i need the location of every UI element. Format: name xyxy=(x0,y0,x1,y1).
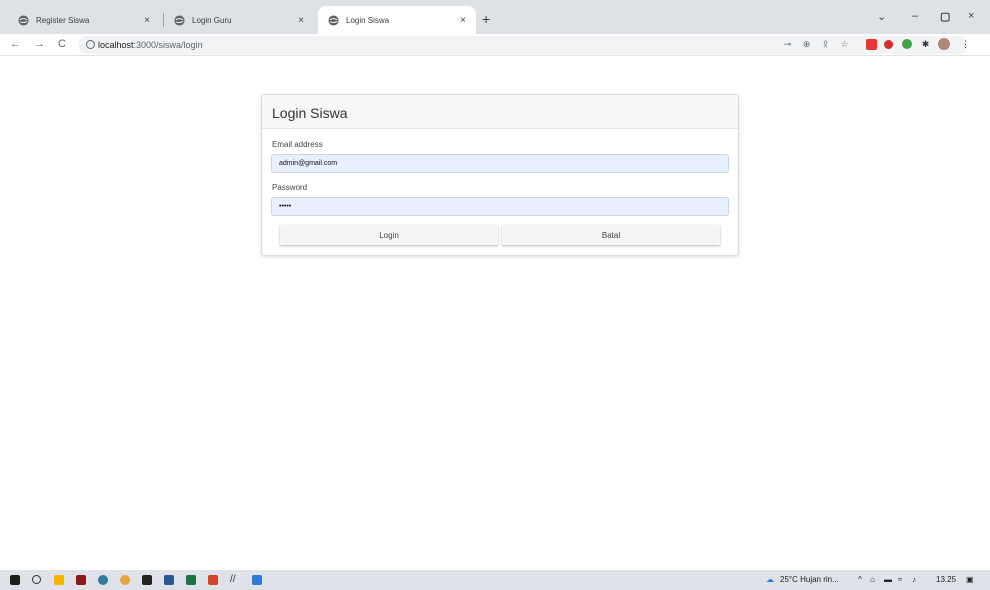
close-window-button[interactable]: × xyxy=(968,10,974,22)
search-icon[interactable] xyxy=(32,575,41,584)
close-icon[interactable]: × xyxy=(298,15,304,26)
taskbar: // ☁ 25°C Hujan rin... ^ ⌂ ▬ ≈ ♪ 13.25 ▣ xyxy=(0,570,990,590)
password-label: Password xyxy=(272,183,308,192)
email-label: Email address xyxy=(272,140,323,149)
profile-avatar[interactable] xyxy=(938,38,950,50)
globe-icon xyxy=(18,14,29,26)
url-path: :3000/siswa/login xyxy=(133,40,203,50)
info-icon[interactable] xyxy=(86,40,95,49)
login-card: Login Siswa Email address admin@gmail.co… xyxy=(261,94,739,256)
clock[interactable]: 13.25 xyxy=(936,575,956,584)
battery-icon[interactable]: ▬ xyxy=(884,575,892,584)
terminal-icon[interactable] xyxy=(142,575,152,585)
weather-text[interactable]: 25°C Hujan rin... xyxy=(780,575,839,584)
url-text[interactable]: localhost:3000/siswa/login xyxy=(98,40,203,50)
star-icon[interactable]: ☆ xyxy=(839,39,850,50)
maximize-button[interactable]: ▢ xyxy=(940,10,950,23)
globe-icon xyxy=(174,14,185,26)
back-icon[interactable]: ← xyxy=(10,38,21,50)
zoom-icon[interactable]: ⊕ xyxy=(801,39,812,50)
forward-icon[interactable]: → xyxy=(34,38,45,50)
excel-icon[interactable] xyxy=(186,575,196,585)
file-explorer-icon[interactable] xyxy=(54,575,64,585)
url-host: localhost xyxy=(98,40,134,50)
extension-green-icon[interactable] xyxy=(902,39,912,49)
wifi-icon[interactable]: ≈ xyxy=(898,575,902,584)
app-red-icon[interactable] xyxy=(76,575,86,585)
reload-icon[interactable]: C xyxy=(58,38,66,50)
globe-icon xyxy=(328,14,339,26)
browser-toolbar: ← → C localhost:3000/siswa/login ⊸ ⊕ ⇪ ☆… xyxy=(0,34,990,56)
login-button[interactable]: Login xyxy=(280,225,498,245)
chrome-icon[interactable] xyxy=(120,575,130,585)
vscode-icon[interactable] xyxy=(252,575,262,585)
tab-label: Login Guru xyxy=(192,15,232,25)
tab-login-siswa[interactable]: Login Siswa × xyxy=(318,6,476,34)
address-bar[interactable] xyxy=(78,36,968,54)
key-icon[interactable]: ⊸ xyxy=(782,39,793,50)
tab-label: Login Siswa xyxy=(346,15,390,25)
tab-label: Register Siswa xyxy=(36,15,90,25)
cancel-button[interactable]: Batal xyxy=(502,225,720,245)
extension-red-icon[interactable] xyxy=(866,39,877,50)
close-icon[interactable]: × xyxy=(144,15,150,26)
volume-icon[interactable]: ♪ xyxy=(912,575,916,584)
windows-start-icon[interactable] xyxy=(10,575,20,585)
tab-login-guru[interactable]: Login Guru × xyxy=(164,6,314,34)
email-field[interactable]: admin@gmail.com xyxy=(271,154,729,173)
powerpoint-icon[interactable] xyxy=(208,575,218,585)
card-title: Login Siswa xyxy=(262,95,738,129)
tray-chevron-icon[interactable]: ^ xyxy=(858,575,862,584)
menu-icon[interactable]: ⋮ xyxy=(960,39,971,50)
network-icon[interactable]: ⌂ xyxy=(870,575,875,584)
extension-record-icon[interactable] xyxy=(884,40,893,49)
slash-app-icon[interactable]: // xyxy=(230,575,240,585)
new-tab-button[interactable]: + xyxy=(482,12,490,26)
weather-icon[interactable]: ☁ xyxy=(766,575,774,584)
tab-register-siswa[interactable]: Register Siswa × xyxy=(8,6,160,34)
word-icon[interactable] xyxy=(164,575,174,585)
minimize-button[interactable]: – xyxy=(912,10,918,22)
tab-strip: Register Siswa × Login Guru × Login Sisw… xyxy=(0,0,990,34)
notification-icon[interactable]: ▣ xyxy=(966,575,974,584)
edge-icon[interactable] xyxy=(98,575,108,585)
tab-search-icon[interactable]: ⌄ xyxy=(877,10,886,23)
close-icon[interactable]: × xyxy=(460,15,466,26)
password-field[interactable]: ••••• xyxy=(271,197,729,216)
extensions-puzzle-icon[interactable]: ✱ xyxy=(920,39,931,50)
share-icon[interactable]: ⇪ xyxy=(820,39,831,50)
